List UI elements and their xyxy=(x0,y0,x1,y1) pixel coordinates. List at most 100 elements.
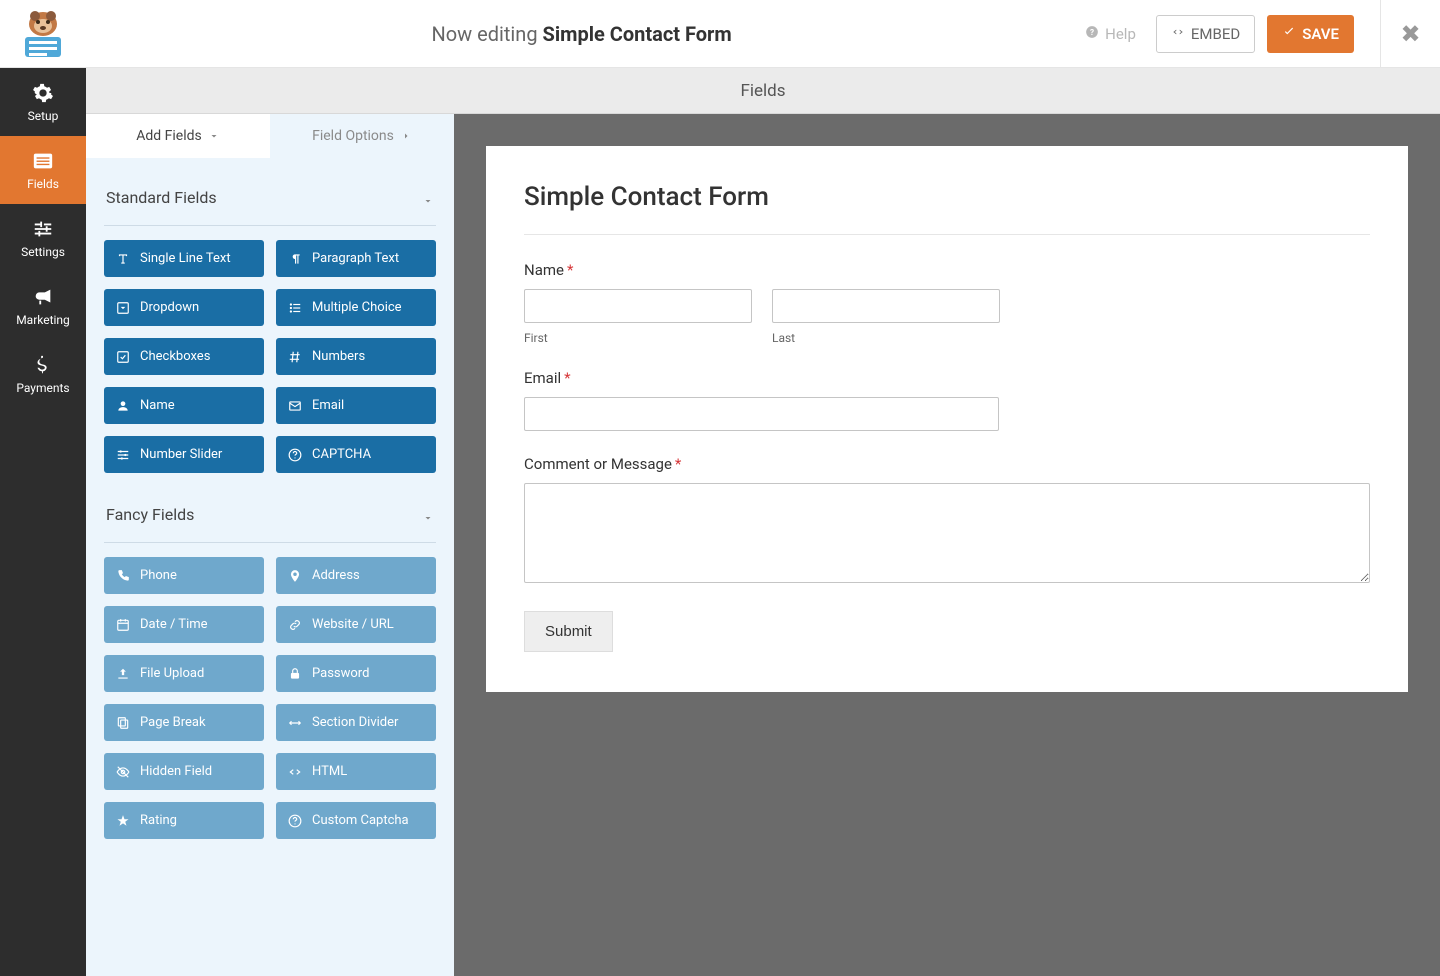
help-link[interactable]: ? Help xyxy=(1077,19,1144,49)
form-name-title: Simple Contact Form xyxy=(543,22,732,46)
nav-fields-label: Fields xyxy=(27,177,59,191)
nav-settings[interactable]: Settings xyxy=(0,204,86,272)
field-type-label: Dropdown xyxy=(140,300,199,315)
nav-marketing[interactable]: Marketing xyxy=(0,272,86,340)
app-logo xyxy=(13,9,73,59)
field-type-label: Name xyxy=(140,398,175,413)
embed-label: EMBED xyxy=(1191,25,1240,43)
field-type-captcha[interactable]: CAPTCHA xyxy=(276,436,436,473)
nav-setup-label: Setup xyxy=(28,109,59,123)
editing-prefix: Now editing xyxy=(431,22,537,46)
submit-button[interactable]: Submit xyxy=(524,611,613,652)
field-type-label: Hidden Field xyxy=(140,764,212,779)
envelope-icon xyxy=(288,399,302,413)
field-type-section-divider[interactable]: Section Divider xyxy=(276,704,436,741)
section-title: Fields xyxy=(740,81,785,101)
nav-payments[interactable]: Payments xyxy=(0,340,86,408)
top-bar: Now editing Simple Contact Form ? Help E… xyxy=(0,0,1440,68)
panel-tabs: Add Fields Field Options xyxy=(86,114,454,158)
chevron-down-icon xyxy=(422,509,434,521)
comment-label: Comment or Message* xyxy=(524,455,1370,473)
lock-icon xyxy=(288,667,302,681)
help-label: Help xyxy=(1105,25,1136,43)
field-type-label: Number Slider xyxy=(140,447,222,462)
nav-setup[interactable]: Setup xyxy=(0,68,86,136)
field-type-address[interactable]: Address xyxy=(276,557,436,594)
save-label: SAVE xyxy=(1302,25,1339,43)
form-title: Simple Contact Form xyxy=(524,182,1370,235)
paragraph-icon xyxy=(288,252,302,266)
user-icon xyxy=(116,399,130,413)
nav-marketing-label: Marketing xyxy=(16,313,70,327)
help-icon: ? xyxy=(1085,25,1099,43)
group-header-standard[interactable]: Standard Fields xyxy=(104,176,436,219)
check-icon xyxy=(1282,25,1296,43)
nav-fields[interactable]: Fields xyxy=(0,136,86,204)
field-type-page-break[interactable]: Page Break xyxy=(104,704,264,741)
text-icon xyxy=(116,252,130,266)
field-type-email[interactable]: Email xyxy=(276,387,436,424)
field-type-label: Multiple Choice xyxy=(312,300,402,315)
first-sublabel: First xyxy=(524,331,752,345)
email-label: Email* xyxy=(524,369,1370,387)
field-type-label: HTML xyxy=(312,764,347,779)
field-type-label: Page Break xyxy=(140,715,206,730)
bullhorn-icon xyxy=(32,286,54,308)
tab-add-fields[interactable]: Add Fields xyxy=(86,114,270,158)
field-type-label: Rating xyxy=(140,813,177,828)
field-type-html[interactable]: HTML xyxy=(276,753,436,790)
field-type-label: Custom Captcha xyxy=(312,813,409,828)
field-type-label: Paragraph Text xyxy=(312,251,399,266)
field-type-label: Password xyxy=(312,666,369,681)
field-type-label: Address xyxy=(312,568,360,583)
email-input[interactable] xyxy=(524,397,999,431)
field-type-file-upload[interactable]: File Upload xyxy=(104,655,264,692)
code-icon xyxy=(288,765,302,779)
field-type-numbers[interactable]: Numbers xyxy=(276,338,436,375)
field-type-number-slider[interactable]: Number Slider xyxy=(104,436,264,473)
required-asterisk: * xyxy=(567,261,573,279)
tab-field-options[interactable]: Field Options xyxy=(270,114,454,158)
field-type-website-url[interactable]: Website / URL xyxy=(276,606,436,643)
last-name-input[interactable] xyxy=(772,289,1000,323)
close-icon[interactable]: ✖ xyxy=(1400,20,1420,48)
chevron-right-icon xyxy=(400,130,412,142)
form-preview[interactable]: Simple Contact Form Name* First Last Ema… xyxy=(486,146,1408,692)
group-header-fancy[interactable]: Fancy Fields xyxy=(104,493,436,536)
field-type-multiple-choice[interactable]: Multiple Choice xyxy=(276,289,436,326)
field-type-name[interactable]: Name xyxy=(104,387,264,424)
field-type-dropdown[interactable]: Dropdown xyxy=(104,289,264,326)
field-type-label: Single Line Text xyxy=(140,251,231,266)
tab-field-options-label: Field Options xyxy=(312,128,394,144)
fields-panel: Add Fields Field Options Standard Fields… xyxy=(86,114,454,976)
embed-button[interactable]: EMBED xyxy=(1156,15,1255,53)
field-type-rating[interactable]: Rating xyxy=(104,802,264,839)
field-type-phone[interactable]: Phone xyxy=(104,557,264,594)
close-area: ✖ xyxy=(1380,0,1440,68)
field-type-label: Numbers xyxy=(312,349,365,364)
standard-fields-grid: Single Line Text Paragraph Text Dropdown Mu… xyxy=(104,240,436,473)
sliders-icon xyxy=(32,218,54,240)
field-type-custom-captcha[interactable]: Custom Captcha xyxy=(276,802,436,839)
calendar-icon xyxy=(116,618,130,632)
field-type-hidden-field[interactable]: Hidden Field xyxy=(104,753,264,790)
field-type-label: Phone xyxy=(140,568,177,583)
divider xyxy=(104,542,436,543)
title-area: Now editing Simple Contact Form xyxy=(86,22,1077,46)
field-type-label: Section Divider xyxy=(312,715,398,730)
field-comment[interactable]: Comment or Message* xyxy=(524,455,1370,587)
field-name[interactable]: Name* First Last xyxy=(524,261,1370,345)
field-type-password[interactable]: Password xyxy=(276,655,436,692)
comment-textarea[interactable] xyxy=(524,483,1370,583)
nav-payments-label: Payments xyxy=(16,381,69,395)
first-name-input[interactable] xyxy=(524,289,752,323)
field-email[interactable]: Email* xyxy=(524,369,1370,431)
divider xyxy=(104,225,436,226)
field-type-checkboxes[interactable]: Checkboxes xyxy=(104,338,264,375)
field-type-date-time[interactable]: Date / Time xyxy=(104,606,264,643)
field-type-paragraph-text[interactable]: Paragraph Text xyxy=(276,240,436,277)
field-type-single-line-text[interactable]: Single Line Text xyxy=(104,240,264,277)
hash-icon xyxy=(288,350,302,364)
preview-canvas: Simple Contact Form Name* First Last Ema… xyxy=(454,114,1440,976)
save-button[interactable]: SAVE xyxy=(1267,15,1354,53)
